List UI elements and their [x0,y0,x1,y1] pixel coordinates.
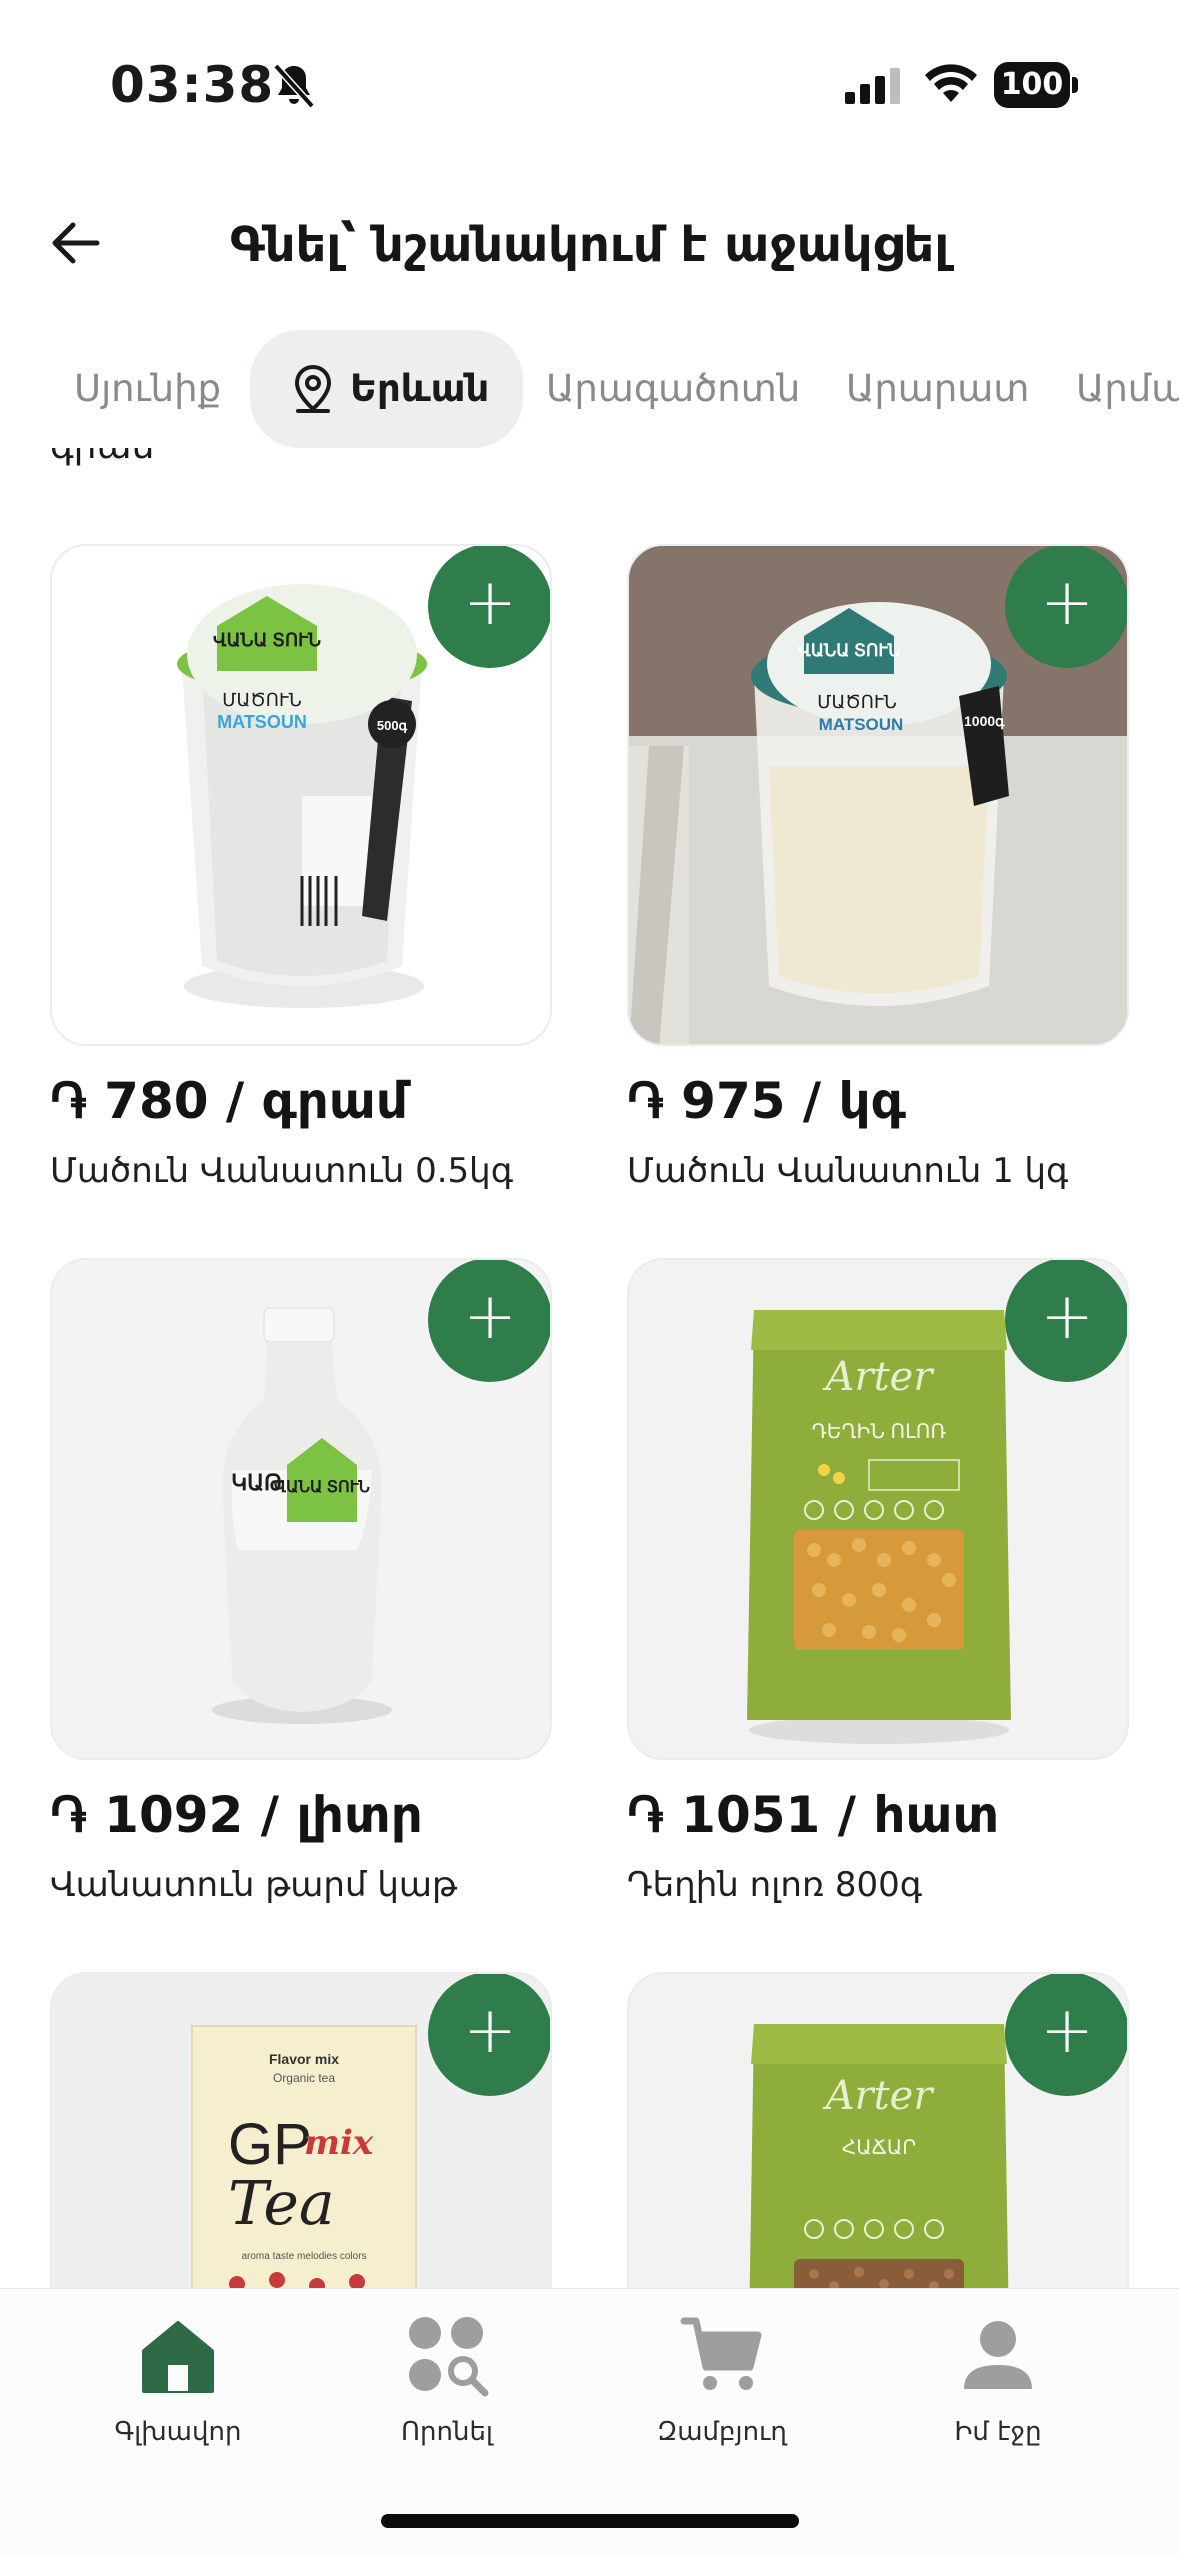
label-matsoun-hy: ՄԱԾՈՒՆ [222,690,302,710]
label-grain: ՀԱՃԱՐ [842,2137,916,2159]
product-price: ֏ 1092 / լիտր [50,1786,423,1844]
add-to-cart-button[interactable]: + [428,546,550,668]
product-image: ՎԱՆԱ ՏՈՒՆ ՄԱԾՈՒՆ MATSOUN 1000գ + [627,544,1129,1046]
nav-home[interactable]: Գլխավոր [68,2313,288,2473]
back-button[interactable] [40,208,110,278]
product-name: Վանատուն թարմ կաթ [50,1865,458,1905]
product-price: ֏ 975 / կգ [627,1072,906,1130]
product-card[interactable]: ՎԱՆԱ ՏՈՒՆ ՄԱԾՈՒՆ MATSOUN 500գ + ֏ 780 / … [50,544,552,1191]
plus-icon: + [463,1994,517,2068]
brand-arter: Arter [822,1354,936,1400]
product-image: Arter ՀԱՃԱՐ + [627,1972,1129,2288]
add-to-cart-button[interactable]: + [428,1260,550,1382]
plus-icon: + [1040,1280,1094,1354]
tab-ararat[interactable]: Արարատ [846,330,1029,448]
home-indicator [381,2514,799,2528]
arrow-left-icon [52,222,100,264]
product-name: Մածուն Վանատուն 1 կգ [627,1151,1069,1191]
tab-yerevan[interactable]: Երևան [250,330,524,448]
tea-flavor-mix: Flavor mix [269,2051,339,2067]
cart-icon [680,2317,762,2390]
product-image: Flavor mix Organic tea GP mix Tea aroma … [50,1972,552,2288]
wifi-icon [925,64,977,102]
nav-search-label: Որոնել [400,2417,493,2447]
product-card[interactable]: Arter ԴԵՂԻՆ ՈԼՈՌ + ֏ 1051 / հատ Դեղին ոլ… [627,1258,1129,1905]
label-weight-1000: 1000գ [964,713,1005,730]
search-categories-icon [409,2317,489,2397]
page-title: Գնել՝ նշանակում է աջակցել [229,217,950,273]
product-name: Դեղին ոլոռ 800գ [627,1865,923,1905]
map-pin-icon [294,364,332,413]
tab-yerevan-label: Երևան [350,367,490,410]
bell-slash-icon [273,63,315,109]
tab-syunik[interactable]: Սյունիք [74,330,221,448]
tab-armavir[interactable]: Արմավիր [1076,330,1179,448]
tab-aragatsotn[interactable]: Արագածոտն [546,330,800,448]
add-to-cart-button[interactable]: + [428,1974,550,2096]
product-card[interactable]: Arter ՀԱՃԱՐ + [627,1972,1129,2288]
brand-vanatun: ՎԱՆԱ ՏՈՒՆ [798,641,900,660]
region-tabs: Սյունիք Երևան Արագածոտն Արարատ Արմավիր [0,330,1179,448]
signal-icon [845,68,900,104]
status-bar: 03:38 100 [0,0,1179,175]
label-yellow-peas: ԴԵՂԻՆ ՈԼՈՌ [812,1421,947,1443]
product-card[interactable]: ՎԱՆԱ ՏՈՒՆ ՄԱԾՈՒՆ MATSOUN 1000գ + ֏ 975 /… [627,544,1129,1191]
product-grid: գրամ ՎԱՆԱ ՏՈՒՆ ՄԱԾՈՒՆ MATSOUN 500գ + [0,448,1179,2288]
battery-icon: 100 [994,62,1078,108]
nav-home-label: Գլխավոր [114,2417,242,2447]
tea-brand-gp: GP [228,2112,312,2177]
label-matsoun-en: MATSOUN [217,712,307,732]
product-image: ՎԱՆԱ ՏՈՒՆ ՄԱԾՈՒՆ MATSOUN 500գ + [50,544,552,1046]
home-icon [142,2321,214,2393]
label-matsoun-en: MATSOUN [819,715,904,734]
battery-level: 100 [994,62,1070,108]
plus-icon: + [1040,566,1094,640]
product-name: Մածուն Վանատուն 0.5կգ [50,1151,514,1191]
tea-tagline: aroma taste melodies colors [241,2251,366,2262]
product-price: ֏ 780 / գրամ [50,1072,408,1130]
label-matsoun-hy: ՄԱԾՈՒՆ [817,692,897,712]
label-weight-500: 500գ [377,718,408,733]
product-image: ՎԱՆԱ ՏՈՒՆ ԿԱԹ + [50,1258,552,1760]
plus-icon: + [1040,1994,1094,2068]
nav-profile[interactable]: Իմ էջը [888,2313,1108,2473]
nav-cart[interactable]: Զամբյուղ [612,2313,832,2473]
label-milk: ԿԱԹ [231,1470,283,1495]
nav-search[interactable]: Որոնել [337,2313,557,2473]
product-card[interactable]: Flavor mix Organic tea GP mix Tea aroma … [50,1972,552,2288]
tea-brand-tea: Tea [228,2169,335,2239]
brand-vanatun: ՎԱՆԱ ՏՈՒՆ [274,1479,370,1496]
product-card[interactable]: ՎԱՆԱ ՏՈՒՆ ԿԱԹ + ֏ 1092 / լիտր Վանատուն թ… [50,1258,552,1905]
brand-arter: Arter [822,2073,936,2119]
product-image: Arter ԴԵՂԻՆ ՈԼՈՌ + [627,1258,1129,1760]
tea-brand-mix: mix [304,2123,374,2163]
plus-icon: + [463,1280,517,1354]
user-icon [964,2321,1032,2389]
product-price: ֏ 1051 / հատ [627,1786,1000,1844]
add-to-cart-button[interactable]: + [1005,1974,1127,2096]
status-time: 03:38 [110,56,275,114]
cutoff-price-unit: գրամ [50,448,154,467]
add-to-cart-button[interactable]: + [1005,1260,1127,1382]
nav-cart-label: Զամբյուղ [657,2417,787,2447]
tea-organic: Organic tea [273,2071,335,2085]
nav-profile-label: Իմ էջը [954,2417,1042,2447]
brand-vanatun: ՎԱՆԱ ՏՈՒՆ [213,630,321,650]
add-to-cart-button[interactable]: + [1005,546,1127,668]
plus-icon: + [463,566,517,640]
